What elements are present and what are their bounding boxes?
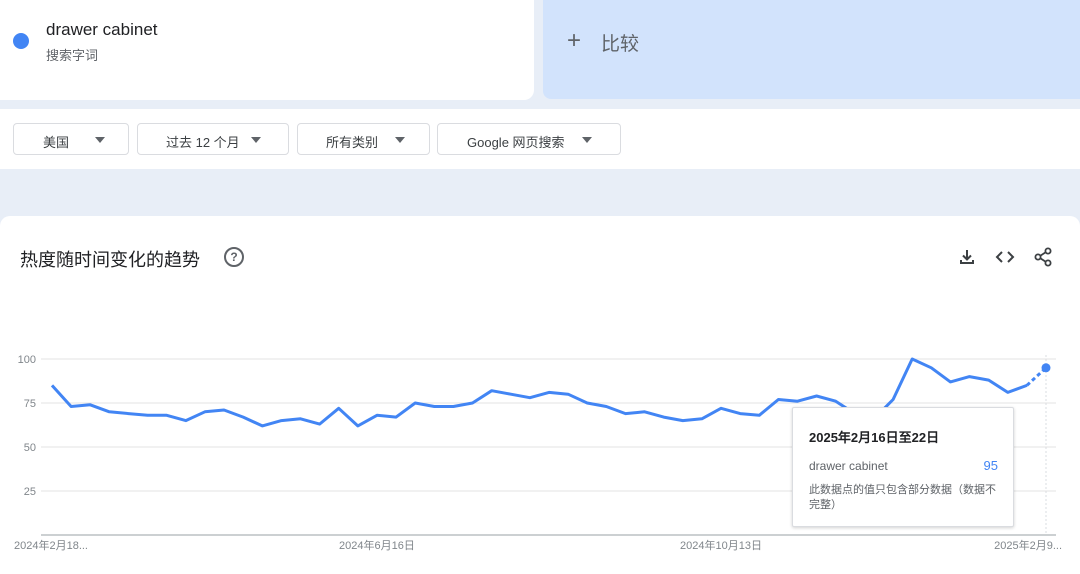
highlighted-data-point [1041,363,1051,373]
tooltip-date: 2025年2月16日至22日 [809,430,940,445]
y-tick-label: 50 [24,442,36,454]
y-tick-label: 25 [24,486,36,498]
x-tick-label: 2025年2月9... [994,538,1062,552]
tooltip-value: 95 [983,458,998,473]
y-tick-label: 75 [24,398,36,410]
data-point-tooltip: 2025年2月16日至22日 drawer cabinet 95 此数据点的值只… [792,407,1014,527]
y-tick-label: 100 [18,354,36,366]
x-tick-label: 2024年6月16日 [339,538,415,552]
tooltip-term: drawer cabinet [809,459,888,473]
tooltip-note: 此数据点的值只包含部分数据（数据不完整） [809,484,996,511]
x-tick-label: 2024年10月13日 [680,538,762,552]
x-tick-label: 2024年2月18... [14,538,88,552]
